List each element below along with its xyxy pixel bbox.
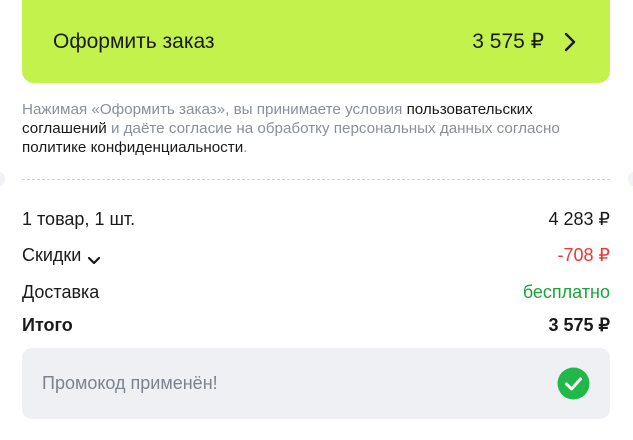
checkout-button-right: 3 575 ₽ <box>472 29 578 54</box>
chevron-right-icon <box>562 32 578 52</box>
privacy-policy-link[interactable]: политике конфиденциальности <box>22 139 243 156</box>
summary-row-discounts: Скидки -708 ₽ <box>22 243 610 267</box>
delivery-value: бесплатно <box>522 281 610 302</box>
summary-row-delivery: Доставка бесплатно <box>22 280 610 304</box>
promo-code-status: Промокод применён! <box>22 348 610 419</box>
discounts-toggle[interactable]: Скидки <box>22 245 101 266</box>
agreement-text: Нажимая «Оформить заказ», вы принимаете … <box>22 100 612 157</box>
edge-decoration-left <box>0 172 5 186</box>
edge-decoration-right <box>628 172 633 186</box>
agreement-text-part: Нажимая «Оформить заказ», вы принимаете … <box>22 101 407 118</box>
items-price: 4 283 ₽ <box>548 208 611 229</box>
total-label: Итого <box>22 314 73 335</box>
checkout-price: 3 575 ₽ <box>472 30 544 53</box>
promo-status-text: Промокод применён! <box>42 373 218 393</box>
check-circle-icon <box>557 367 590 400</box>
discounts-label: Скидки <box>22 244 82 265</box>
checkout-button[interactable]: Оформить заказ 3 575 ₽ <box>22 0 610 83</box>
summary-row-total: Итого 3 575 ₽ <box>22 313 610 337</box>
total-price: 3 575 ₽ <box>548 314 611 335</box>
summary-row-items: 1 товар, 1 шт. 4 283 ₽ <box>22 207 610 231</box>
delivery-label: Доставка <box>22 281 100 302</box>
agreement-text-part: и даёте согласие на обработку персональн… <box>106 120 560 137</box>
discount-amount: -708 ₽ <box>557 244 610 265</box>
chevron-down-icon <box>87 250 101 265</box>
agreement-text-part: . <box>243 139 248 156</box>
items-count-label: 1 товар, 1 шт. <box>22 208 136 229</box>
dashed-divider <box>22 179 610 180</box>
checkout-button-label: Оформить заказ <box>53 29 215 53</box>
